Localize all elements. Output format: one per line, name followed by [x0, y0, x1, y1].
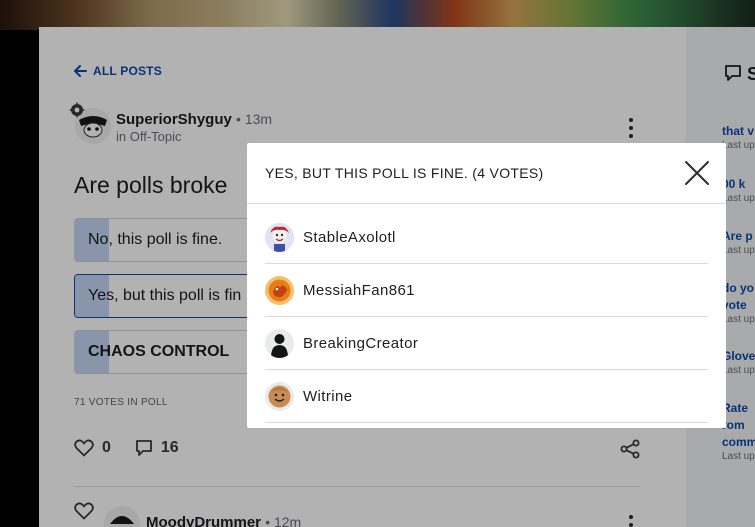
- voter-row[interactable]: BreakingCreator: [265, 317, 708, 370]
- modal-title: YES, BUT THIS POLL IS FINE. (4 VOTES): [265, 165, 544, 181]
- silhouette-avatar-icon: [265, 329, 294, 358]
- voter-name[interactable]: BreakingCreator: [303, 335, 418, 352]
- voter-avatar: [265, 223, 294, 252]
- voter-avatar: [265, 276, 294, 305]
- voter-row[interactable]: Witrine: [265, 370, 708, 423]
- flame-avatar-icon: [265, 276, 294, 305]
- poll-voters-modal: YES, BUT THIS POLL IS FINE. (4 VOTES) St…: [247, 143, 726, 428]
- close-icon[interactable]: [684, 160, 710, 186]
- smiley-avatar-icon: [265, 382, 294, 411]
- voter-name[interactable]: Witrine: [303, 388, 352, 405]
- clown-avatar-icon: [265, 223, 294, 252]
- voter-avatar: [265, 382, 294, 411]
- modal-header-divider: [247, 203, 726, 204]
- voter-row[interactable]: MessiahFan861: [265, 264, 708, 317]
- voter-avatar: [265, 329, 294, 358]
- voter-row[interactable]: StableAxolotl: [265, 211, 708, 264]
- voter-name[interactable]: MessiahFan861: [303, 282, 415, 299]
- voter-name[interactable]: StableAxolotl: [303, 229, 396, 246]
